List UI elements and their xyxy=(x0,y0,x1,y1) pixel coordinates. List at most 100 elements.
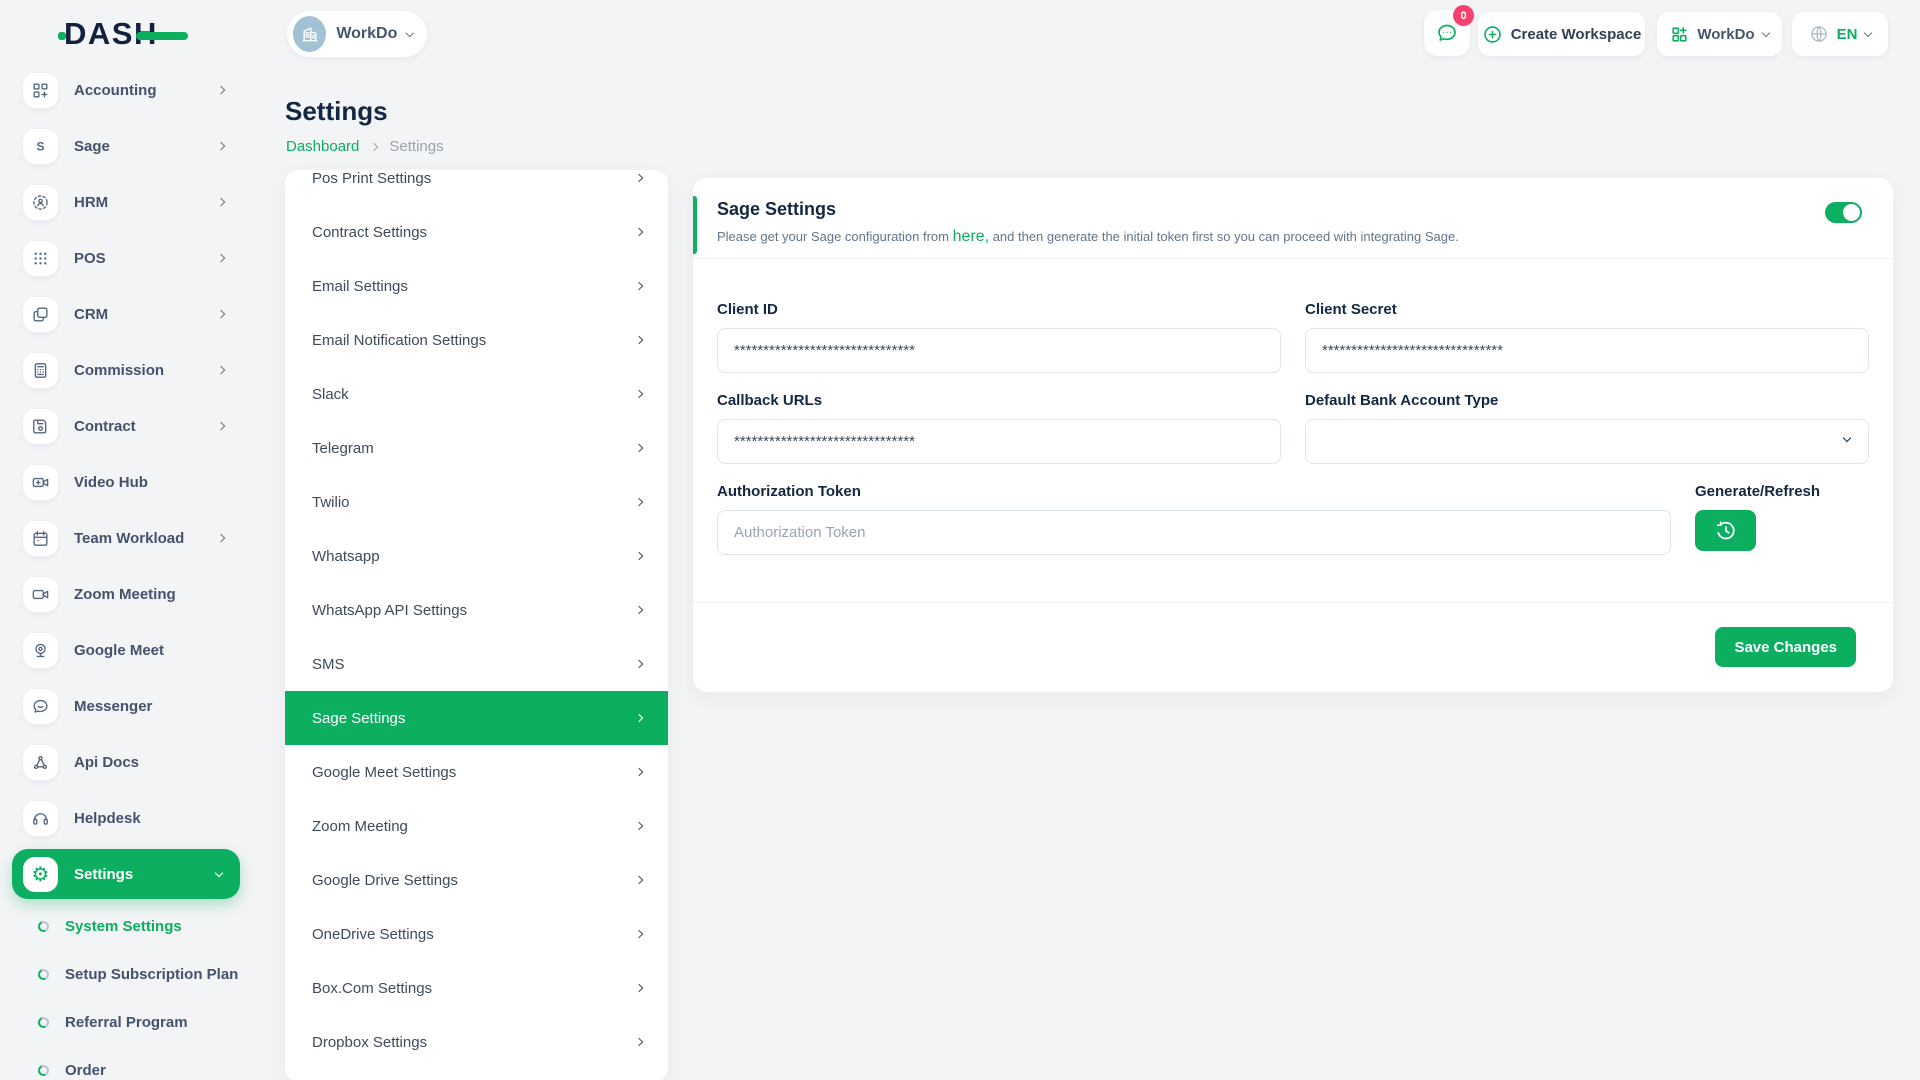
sidebar-subitem-system-settings[interactable]: System Settings xyxy=(0,902,254,950)
sidebar-item-label: Contract xyxy=(74,418,136,435)
settings-menu-item-whatsapp-api-settings[interactable]: WhatsApp API Settings xyxy=(285,583,668,637)
settings-menu-item-onedrive-settings[interactable]: OneDrive Settings xyxy=(285,907,668,961)
authorization-token-input[interactable] xyxy=(717,510,1671,555)
card-accent-bar xyxy=(693,196,697,254)
settings-menu-item-slack[interactable]: Slack xyxy=(285,367,668,421)
settings-menu-item-pos-print-settings[interactable]: Pos Print Settings xyxy=(285,170,668,205)
chevron-right-icon xyxy=(635,282,643,290)
authorization-token-label: Authorization Token xyxy=(717,483,861,500)
menu-item-label: Whatsapp xyxy=(312,548,380,565)
messages-badge: 0 xyxy=(1453,5,1474,26)
create-workspace-button[interactable]: Create Workspace xyxy=(1478,12,1645,56)
workspace-switcher[interactable]: WorkDo xyxy=(287,11,427,57)
settings-menu-item-twilio[interactable]: Twilio xyxy=(285,475,668,529)
calculator-icon xyxy=(23,353,58,388)
calendar-icon xyxy=(23,521,58,556)
video-camera-icon xyxy=(23,577,58,612)
settings-menu-item-zoom-meeting[interactable]: Zoom Meeting xyxy=(285,799,668,853)
chevron-right-icon xyxy=(635,876,643,884)
messages-button[interactable]: 0 xyxy=(1424,10,1470,56)
settings-menu-item-google-meet-settings[interactable]: Google Meet Settings xyxy=(285,745,668,799)
chevron-right-icon xyxy=(635,552,643,560)
sidebar-item-google-meet[interactable]: Google Meet xyxy=(0,622,254,678)
here-link[interactable]: here, xyxy=(953,228,989,245)
chevron-right-icon xyxy=(635,390,643,398)
dash-logo[interactable]: DASH xyxy=(64,16,158,52)
accounting-grid-icon xyxy=(23,73,58,108)
workspace-menu-label: WorkDo xyxy=(1697,26,1754,43)
menu-item-label: Sage Settings xyxy=(312,710,405,727)
description-suffix: and then generate the initial token firs… xyxy=(993,229,1459,244)
header-divider xyxy=(693,258,1893,259)
sidebar-item-label: Google Meet xyxy=(74,642,164,659)
page-title: Settings xyxy=(285,96,388,127)
subitem-label: System Settings xyxy=(65,918,182,935)
settings-menu-item-box-com-settings[interactable]: Box.Com Settings xyxy=(285,961,668,1015)
chevron-right-icon xyxy=(217,534,225,542)
sidebar-item-messenger[interactable]: Messenger xyxy=(0,678,254,734)
breadcrumb-current: Settings xyxy=(389,138,443,155)
menu-item-label: Twilio xyxy=(312,494,350,511)
bullet-ring-icon xyxy=(36,967,50,981)
menu-item-label: Google Meet Settings xyxy=(312,764,456,781)
logo-green-bar xyxy=(136,32,188,40)
menu-item-label: OneDrive Settings xyxy=(312,926,434,943)
sidebar-item-contract[interactable]: Contract xyxy=(0,398,254,454)
sidebar-item-settings[interactable]: ⚙ Settings xyxy=(12,849,240,899)
client-secret-input[interactable] xyxy=(1305,328,1869,373)
sidebar-item-zoom-meeting[interactable]: Zoom Meeting xyxy=(0,566,254,622)
settings-menu-item-sms[interactable]: SMS xyxy=(285,637,668,691)
client-id-input[interactable] xyxy=(717,328,1281,373)
footer-divider xyxy=(693,602,1893,603)
menu-item-label: Zoom Meeting xyxy=(312,818,408,835)
settings-menu-item-google-drive-settings[interactable]: Google Drive Settings xyxy=(285,853,668,907)
sidebar-item-api-docs[interactable]: Api Docs xyxy=(0,734,254,790)
sidebar-item-pos[interactable]: POS xyxy=(0,230,254,286)
sidebar-item-label: Commission xyxy=(74,362,164,379)
settings-menu-item-sage-settings[interactable]: Sage Settings xyxy=(285,691,668,745)
menu-item-label: Google Drive Settings xyxy=(312,872,458,889)
sidebar-item-sage[interactable]: S Sage xyxy=(0,118,254,174)
settings-menu-item-contract-settings[interactable]: Contract Settings xyxy=(285,205,668,259)
sidebar-item-label: Video Hub xyxy=(74,474,148,491)
sidebar-item-helpdesk[interactable]: Helpdesk xyxy=(0,790,254,846)
sidebar-item-accounting[interactable]: Accounting xyxy=(0,62,254,118)
settings-menu-item-email-notification-settings[interactable]: Email Notification Settings xyxy=(285,313,668,367)
chevron-right-icon xyxy=(635,498,643,506)
sidebar-item-video-hub[interactable]: Video Hub xyxy=(0,454,254,510)
sidebar-item-label: Sage xyxy=(74,138,110,155)
sidebar-subitem-referral-program[interactable]: Referral Program xyxy=(0,998,254,1046)
settings-menu-item-email-settings[interactable]: Email Settings xyxy=(285,259,668,313)
chevron-right-icon xyxy=(635,606,643,614)
default-bank-account-type-label: Default Bank Account Type xyxy=(1305,392,1498,409)
settings-menu-item-whatsapp[interactable]: Whatsapp xyxy=(285,529,668,583)
callback-urls-input[interactable] xyxy=(717,419,1281,464)
sidebar-item-commission[interactable]: Commission xyxy=(0,342,254,398)
sidebar-item-crm[interactable]: CRM xyxy=(0,286,254,342)
hrm-person-icon xyxy=(23,185,58,220)
workspace-menu[interactable]: WorkDo xyxy=(1657,12,1782,56)
bullet-ring-icon xyxy=(36,1015,50,1029)
menu-item-label: SMS xyxy=(312,656,345,673)
default-bank-account-type-select[interactable] xyxy=(1305,419,1869,464)
chevron-down-icon xyxy=(215,868,223,876)
sage-enabled-toggle[interactable] xyxy=(1825,202,1862,223)
settings-menu-item-telegram[interactable]: Telegram xyxy=(285,421,668,475)
sidebar-item-label: Api Docs xyxy=(74,754,139,771)
chevron-right-icon xyxy=(217,422,225,430)
save-changes-button[interactable]: Save Changes xyxy=(1715,627,1856,667)
sidebar-item-team-workload[interactable]: Team Workload xyxy=(0,510,254,566)
sidebar-subitem-order[interactable]: Order xyxy=(0,1046,254,1080)
menu-item-label: Dropbox Settings xyxy=(312,1034,427,1051)
chevron-right-icon xyxy=(635,714,643,722)
sidebar-item-hrm[interactable]: HRM xyxy=(0,174,254,230)
generate-refresh-button[interactable] xyxy=(1695,510,1756,551)
chevron-right-icon xyxy=(217,198,225,206)
crm-windows-icon xyxy=(23,297,58,332)
sidebar-subitem-setup-subscription-plan[interactable]: Setup Subscription Plan xyxy=(0,950,254,998)
sidebar-item-label: CRM xyxy=(74,306,108,323)
language-menu[interactable]: EN xyxy=(1792,12,1888,56)
chevron-down-icon xyxy=(406,28,414,36)
settings-menu-item-dropbox-settings[interactable]: Dropbox Settings xyxy=(285,1015,668,1069)
breadcrumb-dashboard-link[interactable]: Dashboard xyxy=(286,138,359,155)
